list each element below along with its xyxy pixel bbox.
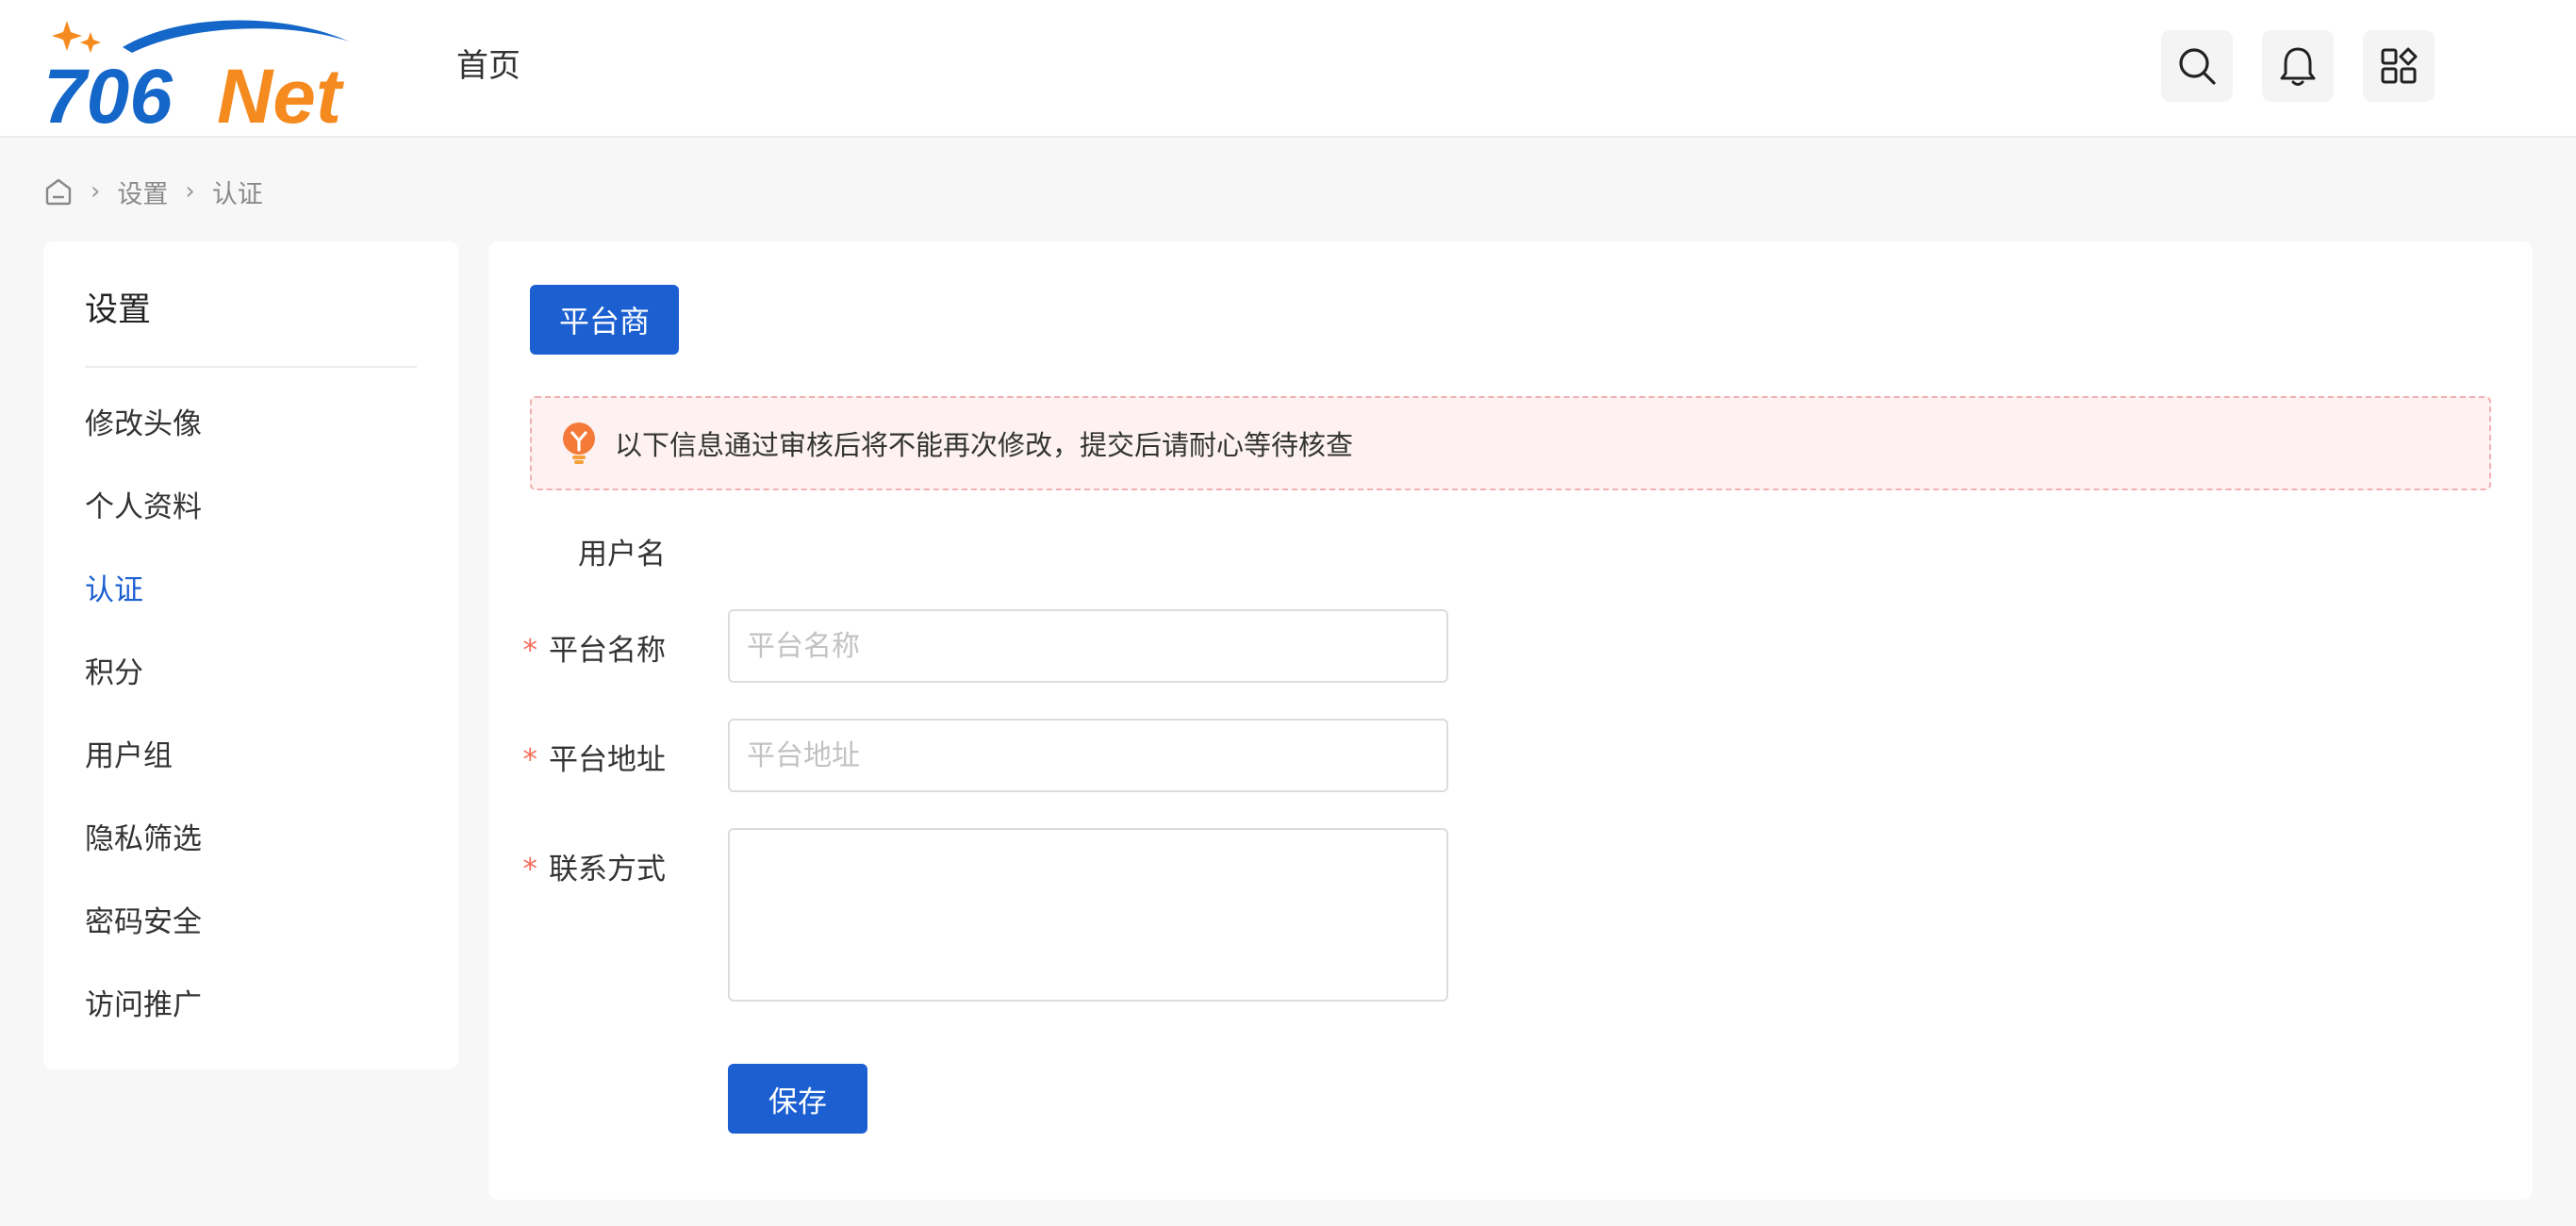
apps-icon	[2381, 47, 2418, 84]
platform-name-input[interactable]	[728, 609, 1448, 683]
contact-textarea[interactable]	[728, 828, 1448, 1002]
tab-platform-vendor[interactable]: 平台商	[530, 285, 679, 355]
sidebar-item-points[interactable]: 积分	[85, 653, 143, 694]
breadcrumb-item-auth: 认证	[211, 179, 263, 209]
required-mark: *	[522, 634, 538, 668]
top-header: 706 Net 首页	[0, 0, 2576, 138]
main-panel: 平台商 以下信息通过审核后将不能再次修改，提交后请耐心等待核查 用户名 * 平台名…	[488, 241, 2533, 1200]
site-logo[interactable]: 706 Net	[41, 9, 362, 130]
breadcrumb-item-settings[interactable]: 设置	[117, 174, 168, 210]
sidebar-item-privacy[interactable]: 隐私筛选	[85, 819, 202, 860]
contact-label-text: 联系方式	[549, 853, 666, 886]
bell-icon	[2280, 47, 2316, 86]
search-button[interactable]	[2161, 30, 2233, 102]
sidebar-item-password[interactable]: 密码安全	[85, 902, 202, 943]
sidebar-title: 设置	[85, 291, 152, 329]
notice-banner: 以下信息通过审核后将不能再次修改，提交后请耐心等待核查	[530, 396, 2491, 490]
sidebar-item-avatar[interactable]: 修改头像	[85, 404, 202, 445]
platform-name-label: * 平台名称	[383, 626, 667, 669]
lightbulb-icon	[563, 422, 595, 464]
platform-url-label-text: 平台地址	[549, 743, 666, 777]
required-mark: *	[522, 743, 538, 777]
sidebar-item-profile[interactable]: 个人资料	[85, 487, 202, 528]
platform-url-input[interactable]	[728, 719, 1448, 792]
platform-url-label: * 平台地址	[383, 736, 667, 778]
sidebar-item-usergroup[interactable]: 用户组	[85, 736, 173, 777]
save-button[interactable]: 保存	[728, 1064, 867, 1134]
nav-home-link[interactable]: 首页	[456, 43, 520, 89]
apps-button[interactable]	[2363, 30, 2435, 102]
svg-text:Net: Net	[217, 54, 345, 130]
sidebar-item-auth[interactable]: 认证	[85, 570, 143, 611]
required-mark: *	[522, 853, 538, 886]
svg-text:706: 706	[43, 54, 173, 130]
sidebar-divider	[85, 366, 417, 368]
contact-label: * 联系方式	[383, 845, 667, 887]
breadcrumb: › 设置 › 认证	[43, 172, 263, 211]
home-icon[interactable]	[43, 176, 74, 207]
sidebar-item-promotion[interactable]: 访问推广	[85, 985, 202, 1026]
username-label: 用户名	[383, 530, 666, 572]
search-icon	[2179, 48, 2216, 85]
username-label-text: 用户名	[578, 538, 666, 572]
breadcrumb-separator: ›	[91, 177, 101, 206]
notice-text: 以下信息通过审核后将不能再次修改，提交后请耐心等待核查	[615, 429, 1354, 461]
breadcrumb-separator: ›	[185, 177, 195, 206]
platform-name-label-text: 平台名称	[549, 634, 666, 668]
notifications-button[interactable]	[2262, 30, 2334, 102]
